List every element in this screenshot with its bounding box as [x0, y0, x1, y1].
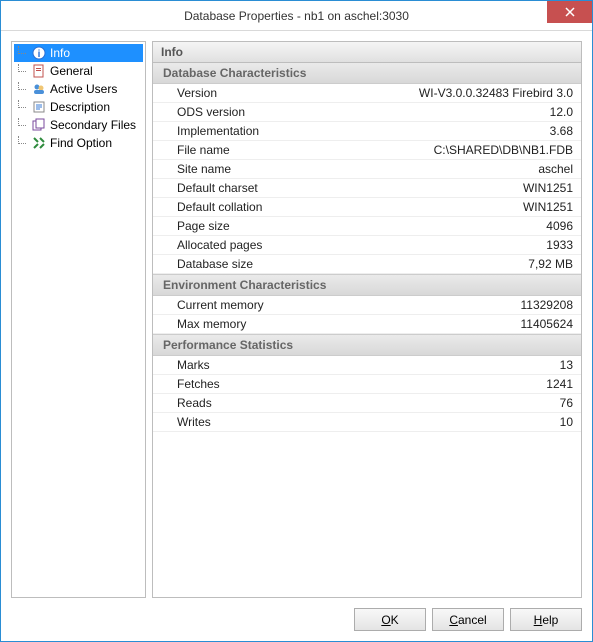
files-icon: [32, 118, 46, 132]
property-label: File name: [177, 143, 434, 157]
titlebar: Database Properties - nb1 on aschel:3030: [1, 1, 592, 31]
property-label: Max memory: [177, 317, 521, 331]
property-label: ODS version: [177, 105, 550, 119]
property-value: 13: [560, 358, 573, 372]
nav-label: General: [50, 64, 93, 78]
nav-label: Active Users: [50, 82, 117, 96]
cancel-button[interactable]: Cancel: [432, 608, 504, 631]
property-label: Fetches: [177, 377, 546, 391]
section-header: Environment Characteristics: [153, 274, 581, 296]
property-label: Allocated pages: [177, 238, 546, 252]
property-value: WIN1251: [523, 181, 573, 195]
property-label: Page size: [177, 219, 546, 233]
nav-sidebar: i Info General Active Users Description: [11, 41, 146, 598]
property-value: aschel: [538, 162, 573, 176]
property-row: Reads76: [153, 394, 581, 413]
content-pane: Info Database CharacteristicsVersionWI-V…: [152, 41, 582, 598]
nav-item-secondary-files[interactable]: Secondary Files: [14, 116, 143, 134]
nav-item-info[interactable]: i Info: [14, 44, 143, 62]
ok-button[interactable]: OK: [354, 608, 426, 631]
property-value: 1241: [546, 377, 573, 391]
section-header: Database Characteristics: [153, 63, 581, 84]
property-label: Reads: [177, 396, 560, 410]
property-row: Writes10: [153, 413, 581, 432]
property-label: Site name: [177, 162, 538, 176]
property-value: 11329208: [521, 298, 574, 312]
property-value: 76: [560, 396, 573, 410]
tree-line-icon: [18, 100, 26, 108]
info-icon: i: [32, 46, 46, 60]
property-value: 11405624: [521, 317, 574, 331]
property-value: C:\SHARED\DB\NB1.FDB: [434, 143, 573, 157]
nav-label: Secondary Files: [50, 118, 136, 132]
property-label: Default collation: [177, 200, 523, 214]
property-value: 10: [560, 415, 573, 429]
property-label: Writes: [177, 415, 560, 429]
tree-line-icon: [18, 46, 26, 54]
property-row: Fetches1241: [153, 375, 581, 394]
property-label: Current memory: [177, 298, 521, 312]
property-label: Default charset: [177, 181, 523, 195]
property-value: 12.0: [550, 105, 573, 119]
tree-line-icon: [18, 82, 26, 90]
property-row: Default charsetWIN1251: [153, 179, 581, 198]
nav-item-general[interactable]: General: [14, 62, 143, 80]
property-label: Version: [177, 86, 419, 100]
content-title: Info: [152, 41, 582, 62]
property-row: Marks13: [153, 356, 581, 375]
property-label: Implementation: [177, 124, 550, 138]
property-row: ODS version12.0: [153, 103, 581, 122]
property-value: WIN1251: [523, 200, 573, 214]
nav-item-active-users[interactable]: Active Users: [14, 80, 143, 98]
property-row: Max memory11405624: [153, 315, 581, 334]
section-header: Performance Statistics: [153, 334, 581, 356]
property-value: 1933: [546, 238, 573, 252]
nav-item-find-option[interactable]: Find Option: [14, 134, 143, 152]
property-row: Database size7,92 MB: [153, 255, 581, 274]
content-body: Database CharacteristicsVersionWI-V3.0.0…: [152, 62, 582, 598]
nav-label: Find Option: [50, 136, 112, 150]
close-icon: [565, 7, 575, 17]
help-button[interactable]: Help: [510, 608, 582, 631]
property-row: Implementation3.68: [153, 122, 581, 141]
nav-item-description[interactable]: Description: [14, 98, 143, 116]
property-row: Allocated pages1933: [153, 236, 581, 255]
svg-text:i: i: [38, 49, 41, 60]
property-row: Site nameaschel: [153, 160, 581, 179]
dialog-body: i Info General Active Users Description: [1, 31, 592, 598]
find-icon: [32, 136, 46, 150]
nav-label: Info: [50, 46, 70, 60]
tree-line-icon: [18, 64, 26, 72]
users-icon: [32, 82, 46, 96]
property-value: 4096: [546, 219, 573, 233]
property-row: VersionWI-V3.0.0.32483 Firebird 3.0: [153, 84, 581, 103]
property-row: Default collationWIN1251: [153, 198, 581, 217]
window-title: Database Properties - nb1 on aschel:3030: [1, 9, 547, 23]
nav-label: Description: [50, 100, 110, 114]
dialog-footer: OK Cancel Help: [1, 598, 592, 641]
property-row: File nameC:\SHARED\DB\NB1.FDB: [153, 141, 581, 160]
description-icon: [32, 100, 46, 114]
tree-line-icon: [18, 118, 26, 126]
property-value: 7,92 MB: [528, 257, 573, 271]
close-button[interactable]: [547, 1, 592, 23]
property-label: Marks: [177, 358, 560, 372]
property-row: Current memory11329208: [153, 296, 581, 315]
property-row: Page size4096: [153, 217, 581, 236]
property-value: WI-V3.0.0.32483 Firebird 3.0: [419, 86, 573, 100]
tree-line-icon: [18, 136, 26, 144]
property-value: 3.68: [550, 124, 573, 138]
dialog-window: Database Properties - nb1 on aschel:3030…: [0, 0, 593, 642]
page-icon: [32, 64, 46, 78]
property-label: Database size: [177, 257, 528, 271]
